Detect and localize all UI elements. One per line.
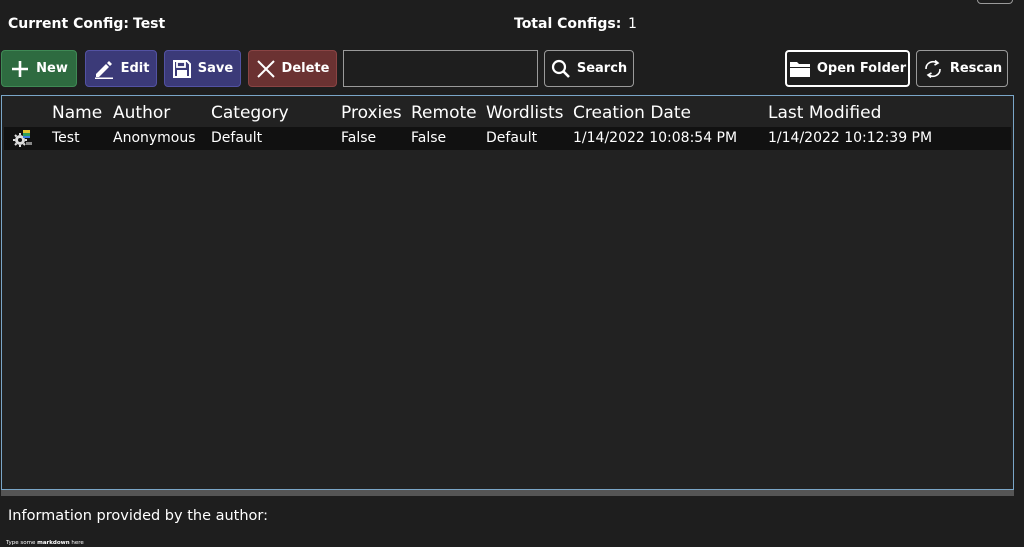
search-button[interactable]: Search <box>544 50 634 87</box>
refresh-icon <box>922 58 944 80</box>
edit-button[interactable]: Edit <box>85 50 157 87</box>
cell-remote: False <box>411 130 447 146</box>
pencil-icon <box>93 59 115 79</box>
cell-last-modified: 1/14/2022 10:12:39 PM <box>768 130 933 146</box>
plus-icon <box>10 59 30 79</box>
author-info-label: Information provided by the author: <box>8 508 269 524</box>
horizontal-scrollbar[interactable] <box>1 490 1014 496</box>
search-button-label: Search <box>576 61 628 76</box>
column-header-wordlists[interactable]: Wordlists <box>486 103 564 123</box>
column-header-proxies[interactable]: Proxies <box>341 103 402 123</box>
column-header-last-modified[interactable]: Last Modified <box>768 103 881 123</box>
markdown-hint-prefix: Type some <box>6 540 38 546</box>
column-header-category[interactable]: Category <box>211 103 289 123</box>
window-control[interactable] <box>977 0 1013 4</box>
rescan-button[interactable]: Rescan <box>916 50 1008 87</box>
column-header-remote[interactable]: Remote <box>411 103 477 123</box>
magnifier-icon <box>551 59 571 79</box>
config-grid[interactable]: Name Author Category Proxies Remote Word… <box>1 95 1014 490</box>
cell-category: Default <box>211 130 263 146</box>
markdown-hint-bold: markdown <box>37 540 70 546</box>
config-gear-icon <box>12 129 34 151</box>
delete-button[interactable]: Delete <box>248 50 337 87</box>
column-header-creation-date[interactable]: Creation Date <box>573 103 691 123</box>
floppy-disk-icon <box>172 59 192 79</box>
table-row[interactable]: Test Anonymous Default False False Defau… <box>4 127 1011 150</box>
new-button-label: New <box>36 61 68 76</box>
cell-author: Anonymous <box>113 130 196 146</box>
edit-button-label: Edit <box>120 61 150 76</box>
new-button[interactable]: New <box>1 50 77 87</box>
total-configs-label: Total Configs: <box>514 16 622 32</box>
column-header-author[interactable]: Author <box>113 103 170 123</box>
current-config-label: Current Config: <box>8 16 129 32</box>
cell-name: Test <box>52 130 80 146</box>
open-folder-button[interactable]: Open Folder <box>785 50 910 87</box>
search-input[interactable] <box>343 50 538 87</box>
markdown-hint-suffix: here <box>69 540 84 546</box>
rescan-button-label: Rescan <box>949 61 1003 76</box>
folder-icon <box>789 59 811 79</box>
grid-header: Name Author Category Proxies Remote Word… <box>2 103 1013 127</box>
close-x-icon <box>256 59 276 79</box>
markdown-hint[interactable]: Type some markdown here <box>6 540 84 546</box>
current-config-value: Test <box>133 16 166 32</box>
total-configs-value: 1 <box>628 16 637 32</box>
delete-button-label: Delete <box>281 61 330 76</box>
save-button[interactable]: Save <box>164 50 241 87</box>
cell-proxies: False <box>341 130 377 146</box>
cell-wordlists: Default <box>486 130 538 146</box>
open-folder-button-label: Open Folder <box>816 61 907 76</box>
column-header-name[interactable]: Name <box>52 103 102 123</box>
cell-creation-date: 1/14/2022 10:08:54 PM <box>573 130 738 146</box>
save-button-label: Save <box>197 61 234 76</box>
